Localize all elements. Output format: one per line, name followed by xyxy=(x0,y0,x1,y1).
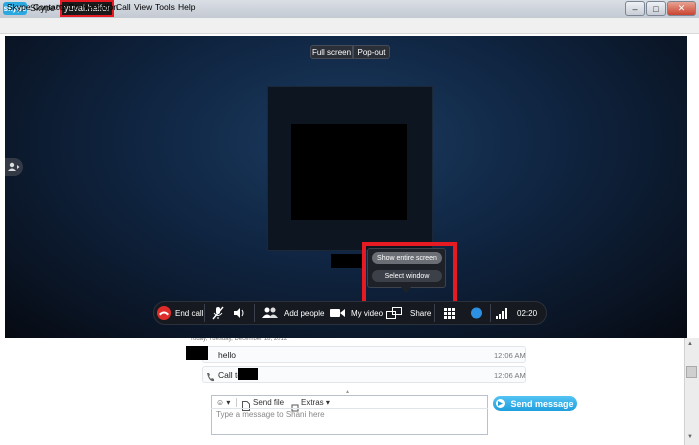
redacted-avatar xyxy=(186,346,208,360)
send-message-label: Send message xyxy=(510,398,574,409)
scroll-down-icon[interactable]: ▼ xyxy=(687,434,693,440)
annotation-highlight-box xyxy=(362,242,457,305)
redacted-block xyxy=(291,124,407,220)
share-label: Share xyxy=(410,308,432,318)
divider xyxy=(254,304,255,322)
menu-help[interactable]: Help xyxy=(178,2,195,12)
menu-skype[interactable]: Skype xyxy=(7,2,31,12)
menu-conversation[interactable]: Conversation xyxy=(68,2,118,12)
call-quality-icon[interactable] xyxy=(496,301,507,325)
divider xyxy=(434,304,435,322)
message-row xyxy=(202,346,526,363)
divider xyxy=(490,304,491,322)
message-time: 12:06 AM xyxy=(494,351,526,360)
close-button[interactable]: ✕ xyxy=(667,1,696,16)
end-call-icon xyxy=(157,306,171,320)
end-call-button[interactable]: End call xyxy=(157,301,203,325)
my-video-button[interactable]: My video xyxy=(330,301,383,325)
end-call-label: End call xyxy=(175,308,204,318)
share-button[interactable]: Share xyxy=(386,301,431,325)
divider xyxy=(236,398,237,407)
video-camera-icon xyxy=(330,308,345,318)
menu-view[interactable]: View xyxy=(134,2,152,12)
mute-microphone-icon[interactable] xyxy=(212,301,224,325)
call-handset-icon xyxy=(206,369,214,387)
redacted-block xyxy=(331,254,366,268)
add-people-label: Add people xyxy=(284,308,325,318)
popout-button[interactable]: Pop-out xyxy=(353,45,390,59)
instant-message-icon[interactable] xyxy=(470,301,483,325)
menu-bar xyxy=(0,18,699,34)
resize-grip-icon[interactable]: ▴ xyxy=(346,388,349,395)
emoticon-button[interactable]: ☺ ▾ xyxy=(216,398,230,407)
volume-icon[interactable] xyxy=(233,301,245,325)
send-message-button[interactable]: Send message xyxy=(493,396,577,411)
send-icon xyxy=(496,399,506,408)
divider xyxy=(204,304,205,322)
scroll-up-icon[interactable]: ▲ xyxy=(687,341,693,347)
call-timer: 02:20 xyxy=(517,308,538,318)
date-divider: Today, Tuesday, December 18, 2012 xyxy=(190,338,288,342)
full-screen-button[interactable]: Full screen xyxy=(310,45,353,59)
divider xyxy=(211,408,488,409)
scroll-thumb[interactable] xyxy=(686,366,697,378)
message-text: hello xyxy=(218,350,236,360)
show-contacts-icon[interactable] xyxy=(5,158,23,176)
menu-contacts[interactable]: Contacts xyxy=(33,2,67,12)
maximize-button[interactable]: □ xyxy=(646,1,666,16)
add-people-icon xyxy=(262,307,279,319)
menu-call[interactable]: Call xyxy=(116,2,131,12)
my-video-label: My video xyxy=(351,308,384,318)
message-input[interactable]: Type a message to Shani here xyxy=(216,410,325,419)
share-screen-icon xyxy=(386,307,402,319)
conversation-scrollbar[interactable] xyxy=(684,338,699,445)
add-people-button[interactable]: Add people xyxy=(262,301,324,325)
message-time: 12:06 AM xyxy=(494,371,526,380)
extras-button[interactable]: Extras ▾ xyxy=(301,398,330,407)
send-file-button[interactable]: Send file xyxy=(253,398,284,407)
minimize-button[interactable]: – xyxy=(625,1,645,16)
dial-pad-icon[interactable] xyxy=(444,301,455,325)
menu-tools[interactable]: Tools xyxy=(155,2,175,12)
redacted-name xyxy=(238,368,258,380)
